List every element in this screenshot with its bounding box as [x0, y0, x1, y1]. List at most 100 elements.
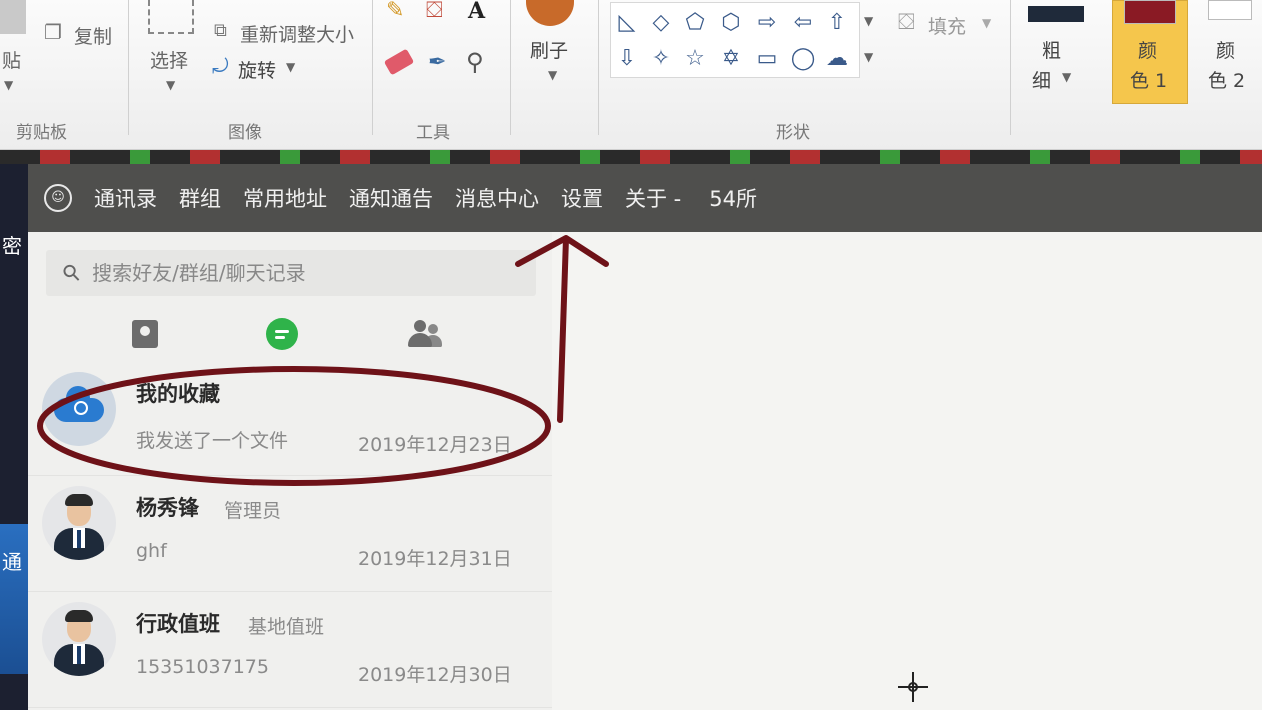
- tab-group-contacts[interactable]: [404, 316, 442, 352]
- paste-dropdown-icon[interactable]: ▼: [4, 78, 13, 92]
- nav-notices[interactable]: 通知通告: [349, 183, 433, 213]
- paste-button[interactable]: 贴: [2, 46, 21, 73]
- chat-last-message: 15351037175: [136, 656, 269, 678]
- favorites-cloud-icon: [42, 372, 116, 446]
- fill-dropdown-icon[interactable]: ▼: [982, 16, 991, 30]
- brush-button[interactable]: 刷子: [530, 36, 568, 63]
- diamond-shape-icon[interactable]: ◇: [646, 8, 676, 38]
- desktop-left-edge: 密 通: [0, 164, 28, 710]
- copy-icon[interactable]: ❐: [44, 22, 62, 42]
- stroke-size-label-line1[interactable]: 粗: [1042, 36, 1061, 63]
- desktop-left-text: 通: [2, 550, 22, 574]
- rotate-dropdown-icon[interactable]: ▼: [286, 60, 295, 74]
- ribbon-divider: [598, 0, 599, 135]
- resize-icon[interactable]: ⧉: [214, 22, 227, 40]
- rect-callout-shape-icon[interactable]: ▭: [752, 44, 782, 74]
- chat-sidebar: ⚲ 我的收藏 我发送了一个文件 2019年12月23日: [28, 232, 552, 710]
- current-user-label[interactable]: 54所: [709, 183, 757, 213]
- pencil-icon[interactable]: ✎: [386, 0, 404, 22]
- select-dropdown-icon[interactable]: ▼: [166, 78, 175, 92]
- color2-swatch[interactable]: [1208, 0, 1252, 20]
- chat-date: 2019年12月30日: [358, 664, 512, 686]
- people-icon: [406, 320, 442, 350]
- hexagon-shape-icon[interactable]: ⬡: [716, 8, 746, 38]
- app-top-nav: ☺ 通讯录 群组 常用地址 通知通告 消息中心 设置 关于 - 54所: [28, 164, 1262, 232]
- select-icon[interactable]: [148, 0, 194, 34]
- chat-last-message: 我发送了一个文件: [136, 430, 289, 452]
- tools-group-label: 工具: [416, 123, 450, 143]
- color-picker-icon[interactable]: ✒: [428, 52, 446, 74]
- shapes-more-icon[interactable]: ▼: [864, 50, 873, 64]
- four-point-star-shape-icon[interactable]: ✧: [646, 44, 676, 74]
- desktop-left-text: 密: [2, 234, 22, 258]
- copy-button[interactable]: 复制: [74, 22, 112, 49]
- chat-role-tag: 管理员: [224, 500, 282, 522]
- nav-message-center[interactable]: 消息中心: [455, 183, 539, 213]
- cloud-callout-shape-icon[interactable]: ☁: [822, 44, 852, 74]
- tab-recent-chats[interactable]: [264, 316, 300, 352]
- fill-bucket-icon[interactable]: ⛋: [426, 0, 443, 22]
- magnifier-icon[interactable]: ⚲: [466, 50, 484, 74]
- nav-contacts[interactable]: 通讯录: [94, 183, 157, 213]
- nav-settings[interactable]: 设置: [561, 183, 603, 213]
- eraser-icon[interactable]: [383, 48, 415, 76]
- clipboard-group-label: 剪贴板: [16, 123, 67, 143]
- search-icon: ⚲: [57, 258, 87, 288]
- shapes-scroll-up-icon[interactable]: ▼: [864, 14, 873, 28]
- resize-button[interactable]: 重新调整大小: [240, 20, 354, 47]
- paint-ribbon: 贴 ▼ ❐ 复制 剪贴板 选择 ▼ ⧉ 重新调整大小 ⤾ 旋转 ▼ 图像 ✎ ⛋…: [0, 0, 1262, 150]
- arrow-left-shape-icon[interactable]: ⇦: [788, 8, 818, 38]
- ribbon-divider: [1010, 0, 1011, 135]
- triangle-shape-icon[interactable]: ◺: [612, 8, 642, 38]
- chat-name: 我的收藏: [136, 382, 220, 406]
- select-button[interactable]: 选择: [150, 46, 188, 73]
- chat-name: 行政值班: [136, 612, 220, 636]
- color2-label-line1[interactable]: 颜: [1216, 36, 1235, 63]
- color2-label-line2[interactable]: 色 2: [1208, 66, 1245, 93]
- rotate-icon[interactable]: ⤾: [212, 56, 229, 76]
- rotate-button[interactable]: 旋转: [238, 56, 276, 83]
- stroke-size-dropdown-icon[interactable]: ▼: [1062, 70, 1071, 84]
- contacts-book-icon: [132, 320, 158, 348]
- color1-label-line1: 颜: [1138, 40, 1158, 62]
- paste-icon[interactable]: [0, 0, 26, 34]
- text-tool-icon[interactable]: A: [468, 0, 485, 22]
- search-input[interactable]: [92, 261, 513, 285]
- chat-name: 杨秀锋: [136, 496, 199, 520]
- arrow-down-shape-icon[interactable]: ⇩: [612, 44, 642, 74]
- chat-list-item[interactable]: 杨秀锋 管理员 ghf 2019年12月31日: [28, 476, 552, 592]
- arrow-right-shape-icon[interactable]: ⇨: [752, 8, 782, 38]
- pentagon-shape-icon[interactable]: ⬠: [680, 8, 710, 38]
- nav-groups[interactable]: 群组: [179, 183, 221, 213]
- oval-callout-shape-icon[interactable]: ◯: [788, 44, 818, 74]
- chat-list: 我的收藏 我发送了一个文件 2019年12月23日 杨秀锋 管理员 ghf 20…: [28, 362, 552, 708]
- six-point-star-shape-icon[interactable]: ✡: [716, 44, 746, 74]
- shapes-group-label: 形状: [776, 123, 810, 143]
- sidebar-tabs: [28, 310, 552, 360]
- brush-icon[interactable]: [526, 0, 574, 26]
- nav-about[interactable]: 关于 -: [625, 183, 681, 213]
- chat-bubble-icon: [266, 318, 298, 350]
- main-nav: 通讯录 群组 常用地址 通知通告 消息中心 设置 关于 - 54所: [94, 183, 757, 213]
- image-group-label: 图像: [228, 123, 262, 143]
- chat-list-item-favorites[interactable]: 我的收藏 我发送了一个文件 2019年12月23日: [28, 362, 552, 476]
- fill-button[interactable]: 填充: [928, 12, 966, 39]
- arrow-up-shape-icon[interactable]: ⇧: [822, 8, 852, 38]
- app-logo-icon: ☺: [44, 184, 72, 212]
- fill-icon[interactable]: ⛋: [898, 12, 915, 34]
- color1-swatch: [1124, 0, 1176, 24]
- chat-content-area[interactable]: [552, 232, 1262, 710]
- chat-list-item[interactable]: 行政值班 基地值班 15351037175 2019年12月30日: [28, 592, 552, 708]
- chat-date: 2019年12月23日: [358, 434, 512, 456]
- stroke-size-label-line2[interactable]: 细: [1032, 66, 1051, 93]
- search-box: ⚲: [46, 250, 536, 296]
- chat-role-tag: 基地值班: [248, 616, 325, 638]
- desktop-background-strip: [0, 150, 1262, 164]
- star-shape-icon[interactable]: ☆: [680, 44, 710, 74]
- ribbon-divider: [128, 0, 129, 135]
- stroke-size-icon[interactable]: [1028, 6, 1084, 22]
- brush-dropdown-icon[interactable]: ▼: [548, 68, 557, 82]
- tab-contacts[interactable]: [128, 316, 164, 352]
- nav-common-addresses[interactable]: 常用地址: [243, 183, 327, 213]
- chat-app-window: ☺ 通讯录 群组 常用地址 通知通告 消息中心 设置 关于 - 54所 ⚲ 搜索…: [28, 164, 1262, 710]
